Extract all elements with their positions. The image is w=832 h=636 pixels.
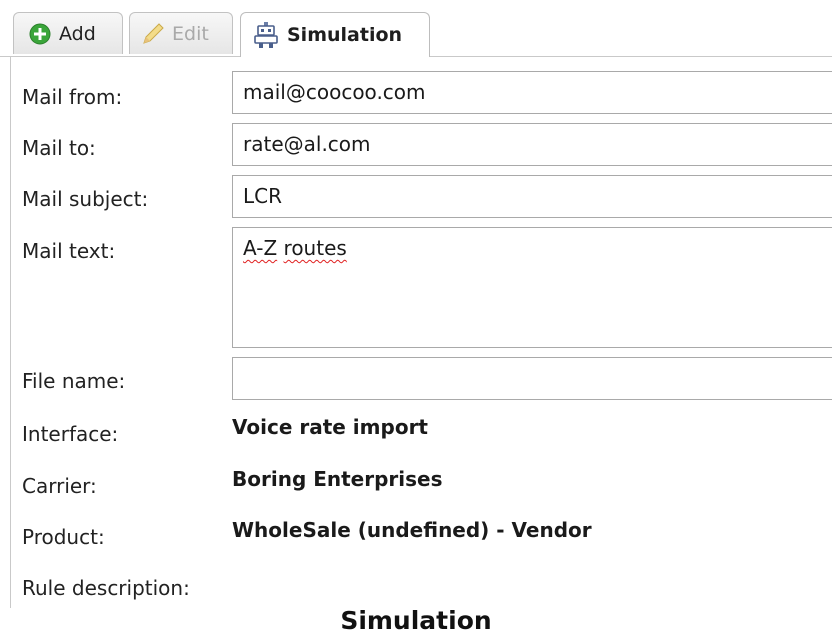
mail-to-label: Mail to: — [22, 136, 96, 160]
mail-subject-field[interactable]: LCR — [232, 175, 832, 218]
tab-bar: Add Edit Simulation — [0, 0, 832, 57]
mail-text-word-1: A-Z — [243, 236, 278, 260]
file-name-field[interactable] — [232, 357, 832, 400]
mail-to-field[interactable]: rate@al.com — [232, 123, 832, 166]
simulation-form: Mail from: mail@coocoo.com Mail to: rate… — [10, 56, 832, 608]
tab-edit-label: Edit — [172, 22, 209, 45]
tab-edit[interactable]: Edit — [129, 12, 233, 54]
product-label: Product: — [22, 525, 105, 549]
tab-add[interactable]: Add — [13, 12, 123, 54]
mail-subject-value: LCR — [243, 184, 283, 208]
mail-to-value: rate@al.com — [243, 132, 371, 156]
carrier-value: Boring Enterprises — [232, 467, 443, 491]
mail-from-value: mail@coocoo.com — [243, 80, 426, 104]
file-name-label: File name: — [22, 369, 126, 393]
mail-from-label: Mail from: — [22, 85, 123, 109]
robot-icon — [253, 21, 279, 49]
mail-text-word-2: routes — [283, 236, 347, 260]
interface-value: Voice rate import — [232, 415, 428, 439]
tab-add-label: Add — [59, 22, 96, 45]
tab-simulation[interactable]: Simulation — [240, 12, 430, 57]
mail-text-label: Mail text: — [22, 239, 116, 263]
carrier-label: Carrier: — [22, 474, 97, 498]
mail-subject-label: Mail subject: — [22, 187, 149, 211]
interface-label: Interface: — [22, 422, 119, 446]
pencil-icon — [140, 21, 166, 47]
figure-caption: Simulation — [340, 606, 492, 635]
mail-from-field[interactable]: mail@coocoo.com — [232, 71, 832, 114]
rule-description-label: Rule description: — [22, 576, 190, 600]
mail-text-area[interactable]: A-Z routes — [232, 227, 832, 348]
product-value: WholeSale (undefined) - Vendor — [232, 518, 592, 542]
tab-simulation-label: Simulation — [287, 24, 403, 46]
add-circle-icon — [29, 23, 51, 45]
